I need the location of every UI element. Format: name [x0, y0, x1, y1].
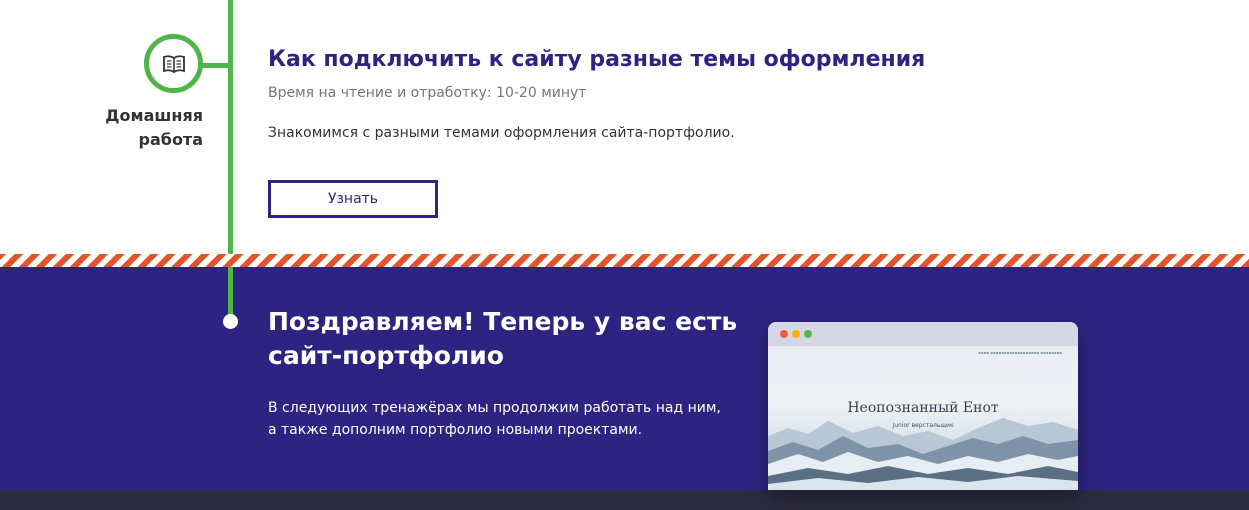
open-book-icon [162, 54, 186, 74]
timeline-line [228, 0, 233, 254]
timeline-connector [200, 63, 230, 68]
congrats-text-line1: В следующих тренажёрах мы продолжим рабо… [268, 400, 721, 416]
preview-site-name: Неопознанный Енот [847, 400, 999, 416]
preview-site-subtitle: Junior верстальщик [892, 422, 954, 429]
lesson-description: Знакомимся с разными темами оформления с… [268, 125, 735, 141]
step-label: Домашняя работа [90, 104, 203, 152]
timeline-end-dot [223, 314, 238, 329]
mountains-image [768, 418, 1078, 490]
window-close-dot [780, 330, 788, 338]
learn-button[interactable]: Узнать [268, 180, 438, 218]
step-label-line2: работа [138, 130, 203, 149]
footer-bar [0, 490, 1249, 510]
preview-screen: ▪▪▪▪ ▪▪▪▪▪▪▪▪▪▪▪▪▪▪▪▪▪▪ ▪▪▪▪▪▪▪▪ Неопозн… [768, 346, 1078, 490]
portfolio-preview: ▪▪▪▪ ▪▪▪▪▪▪▪▪▪▪▪▪▪▪▪▪▪▪ ▪▪▪▪▪▪▪▪ Неопозн… [768, 322, 1078, 490]
timeline-line-end [228, 267, 233, 317]
step-badge [144, 34, 203, 93]
congrats-text: В следующих тренажёрах мы продолжим рабо… [268, 397, 738, 441]
lesson-reading-time: Время на чтение и отработку: 10-20 минут [268, 85, 587, 101]
step-label-line1: Домашняя [105, 106, 203, 125]
lesson-title: Как подключить к сайту разные темы оформ… [268, 47, 926, 72]
window-maximize-dot [804, 330, 812, 338]
window-minimize-dot [792, 330, 800, 338]
preview-nav: ▪▪▪▪ ▪▪▪▪▪▪▪▪▪▪▪▪▪▪▪▪▪▪ ▪▪▪▪▪▪▪▪ [978, 350, 1062, 355]
section-divider-stripe [0, 254, 1249, 267]
browser-toolbar [768, 322, 1078, 346]
congrats-text-line2: а также дополним портфолио новыми проект… [268, 422, 643, 438]
congrats-title: Поздравляем! Теперь у вас есть сайт-порт… [268, 307, 738, 370]
